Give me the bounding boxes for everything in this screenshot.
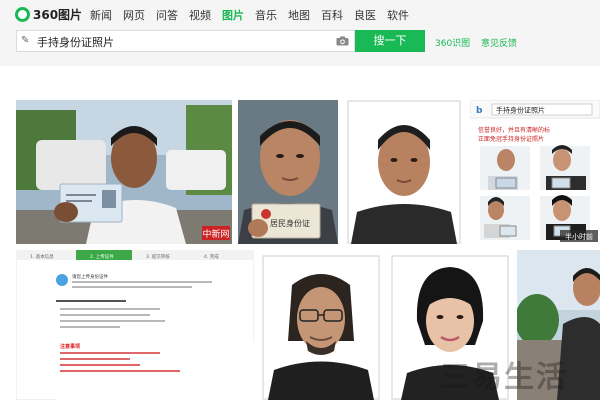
card-search-title: 手持身份证照片 (496, 106, 545, 115)
image-result-2[interactable]: 居民身份证 (238, 100, 338, 244)
top-bar: 360图片 新闻 网页 问答 视频 图片 音乐 地图 百科 良医 软件 ✎ 搜一… (0, 0, 600, 66)
search-box: ✎ (16, 30, 355, 52)
logo[interactable]: 360图片 (15, 6, 82, 23)
image-result-5[interactable]: 1. 基本信息 2. 上传证件 3. 提交审核 4. 完成 请您上传身份证件 注… (16, 250, 254, 400)
nav-item-news[interactable]: 新闻 (90, 7, 112, 23)
nav-item-images[interactable]: 图片 (222, 7, 244, 23)
nav-item-baike[interactable]: 百科 (321, 7, 343, 23)
nav-item-map[interactable]: 地图 (288, 7, 310, 23)
corner-caption: 半小时前 (565, 232, 593, 241)
svg-text:b: b (476, 106, 483, 116)
image-recognition-link[interactable]: 360识图 (435, 36, 470, 49)
form-header: 请您上传身份证件 (72, 273, 108, 280)
camera-icon[interactable] (336, 36, 349, 46)
image-result-6[interactable] (262, 255, 380, 400)
form-step-3: 3. 提交审核 (146, 253, 170, 260)
form-warning-title: 注意事项 (60, 343, 80, 350)
news-badge: 中新网 (202, 228, 229, 240)
nav-item-software[interactable]: 软件 (387, 7, 409, 23)
image-result-4[interactable]: b 手持身份证照片 信誉良好，并且有清晰的标 正面免冠手持身份证照片 半小时前 (470, 100, 600, 244)
logo-ring-icon (15, 7, 30, 22)
nav-item-web[interactable]: 网页 (123, 7, 145, 23)
card-caption-1: 信誉良好，并且有清晰的标 (478, 126, 550, 134)
feedback-link[interactable]: 意见反馈 (481, 36, 517, 49)
nav-item-doctor[interactable]: 良医 (354, 7, 376, 23)
nav-item-music[interactable]: 音乐 (255, 7, 277, 23)
id-card-text: 居民身份证 (270, 218, 310, 228)
image-result-1[interactable]: 中新网 (16, 100, 232, 244)
card-caption-2: 正面免冠手持身份证照片 (478, 135, 544, 143)
nav-item-qa[interactable]: 问答 (156, 7, 178, 23)
image-result-3[interactable] (347, 100, 461, 244)
nav-bar: 新闻 网页 问答 视频 图片 音乐 地图 百科 良医 软件 (90, 7, 420, 23)
nav-item-video[interactable]: 视频 (189, 7, 211, 23)
image-result-7[interactable] (391, 255, 509, 400)
form-step-4: 4. 完成 (204, 253, 219, 260)
search-input[interactable] (35, 33, 339, 51)
form-step-1: 1. 基本信息 (30, 253, 54, 260)
pencil-icon: ✎ (21, 35, 30, 46)
search-button[interactable]: 搜一下 (355, 30, 425, 52)
image-result-8[interactable] (517, 250, 600, 400)
logo-text: 360图片 (33, 8, 83, 22)
form-step-2: 2. 上传证件 (90, 253, 114, 260)
